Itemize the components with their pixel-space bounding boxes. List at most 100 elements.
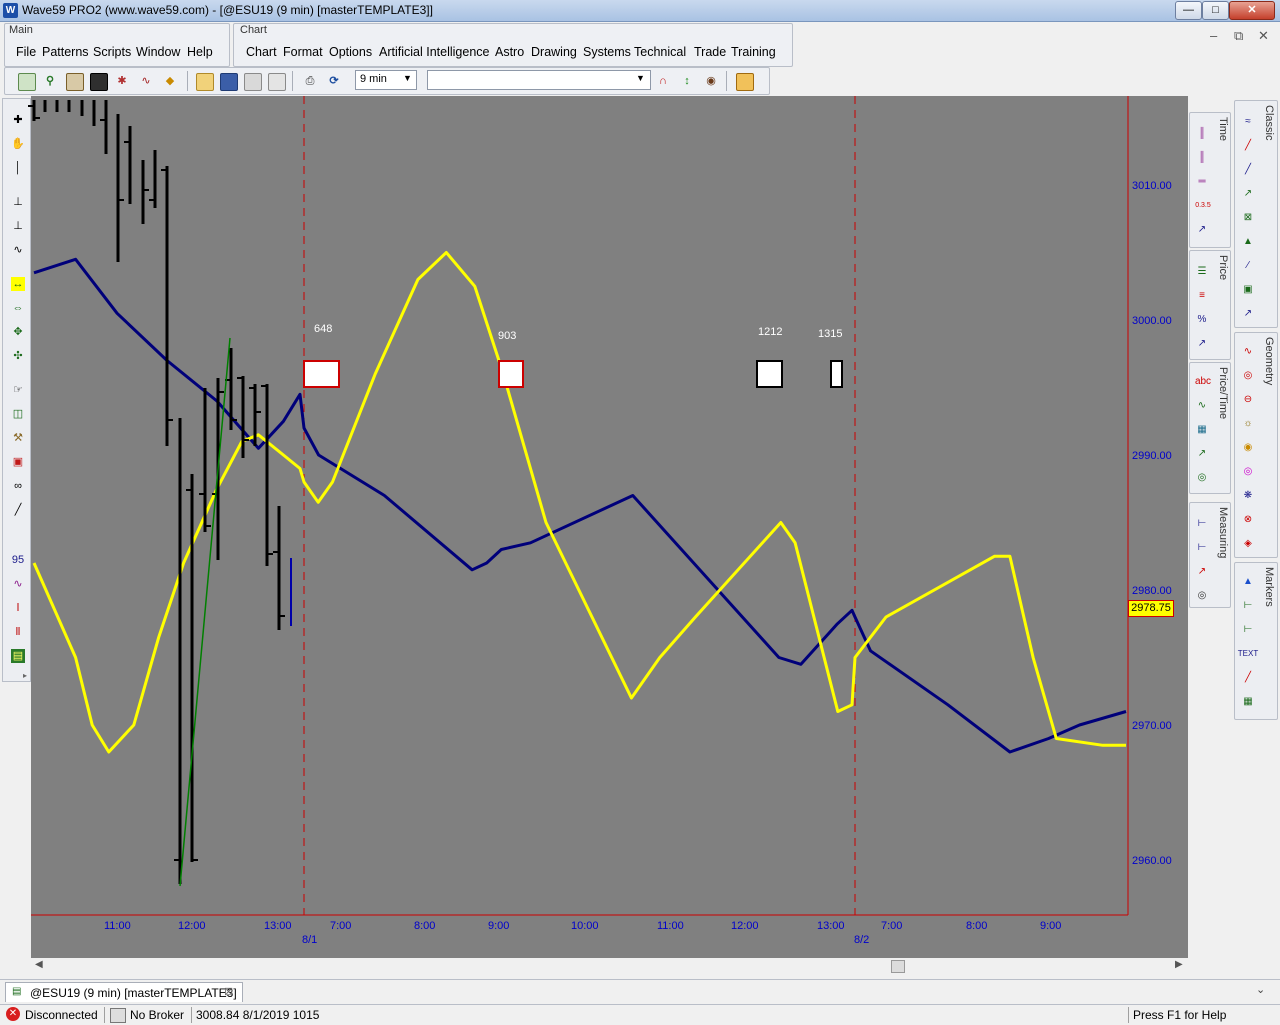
price-tick-2970: 2970.00 [1132, 720, 1172, 732]
time-tick: 11:00 [104, 920, 131, 932]
time-ratio-icon[interactable]: 0.3.5 [1193, 199, 1213, 213]
scroll-left-icon[interactable]: ◀ [35, 959, 43, 970]
time-tools-panel: Time ║ ║ ═ 0.3.5 ↗ [1189, 112, 1231, 248]
scroll-right-icon[interactable]: ▶ [1175, 959, 1183, 970]
marker-high-icon[interactable]: ⊢ [1241, 623, 1255, 637]
circle-icon[interactable]: ◎ [1241, 369, 1255, 383]
date-label-8-2: 8/2 [854, 934, 870, 946]
date-label-8-1: 8/1 [302, 934, 318, 946]
price-tick-2990: 2990.00 [1132, 450, 1172, 462]
price-time-panel-caption: Price/Time [1217, 367, 1229, 420]
price-tick-3000: 3000.00 [1132, 315, 1172, 327]
measure-abc-icon[interactable]: ↗ [1195, 565, 1209, 579]
document-tab[interactable]: ▤ @ESU19 (9 min) [masterTEMPLATE3] ⊠ [5, 982, 243, 1002]
markers-tools-panel: Markers ▲ ⊢ ⊢ TEXT ╱ ▦ [1234, 562, 1278, 720]
time-tick: 11:00 [657, 920, 684, 932]
price-levels-icon[interactable]: ☰ [1195, 265, 1209, 279]
geometry-tools-panel: Geometry ∿ ◎ ⊖ ☼ ◉ ◎ ❋ ⊗ ◈ [1234, 332, 1278, 558]
square-of-nine-icon[interactable]: ∿ [1195, 399, 1209, 413]
parallel-lines-icon[interactable]: ∕ [1241, 259, 1255, 273]
marker-box-1315 [830, 360, 843, 388]
status-separator [1128, 1007, 1129, 1023]
line-marker-icon[interactable]: ╱ [1241, 671, 1255, 685]
time-panel-caption: Time [1217, 117, 1229, 142]
marker-box-903 [498, 360, 524, 388]
help-hint: Press F1 for Help [1133, 1008, 1227, 1022]
time-cycles-icon[interactable]: ║ [1195, 127, 1209, 141]
current-price-label: 2978.75 [1128, 600, 1174, 617]
time-tick: 7:00 [330, 920, 352, 932]
marker-box-648 [303, 360, 340, 388]
vortex-icon[interactable]: ◎ [1241, 465, 1255, 479]
spiral-icon[interactable]: ◎ [1195, 471, 1209, 485]
broker-status: No Broker [130, 1008, 185, 1022]
ellipse-icon[interactable]: ⊖ [1241, 393, 1255, 407]
tab-list-chevron-icon[interactable]: ⌄ [1256, 983, 1265, 996]
text-tool-icon[interactable]: TEXT [1237, 647, 1259, 661]
disconnected-icon: ✕ [6, 1007, 20, 1021]
price-retrace-icon[interactable]: ≡ [1195, 289, 1209, 303]
broker-icon [110, 1008, 126, 1023]
measure-bars-icon[interactable]: ⊢ [1195, 517, 1209, 531]
fan-icon[interactable]: ↗ [1195, 447, 1209, 461]
chart-svg [28, 96, 1129, 916]
triangle-icon[interactable]: ▲ [1241, 235, 1255, 249]
series-blue-line [33, 257, 1127, 754]
time-tick: 8:00 [414, 920, 436, 932]
scrollbar-thumb[interactable] [891, 960, 905, 973]
speed-lines-icon[interactable]: ↗ [1241, 307, 1255, 321]
classic-panel-caption: Classic [1263, 105, 1275, 141]
time-tick: 10:00 [571, 920, 599, 932]
channel-icon[interactable]: ╱ [1241, 163, 1255, 177]
classic-tools-panel: Classic ≈ ╱ ╱ ↗ ⊠ ▲ ∕ ▣ ↗ [1234, 100, 1278, 328]
target-icon[interactable]: ◎ [1195, 589, 1209, 603]
cursor-readout: 3008.84 8/1/2019 1015 [196, 1008, 320, 1022]
geometry-panel-caption: Geometry [1263, 337, 1275, 386]
series-yellow-line [32, 251, 1126, 754]
price-tick-2960: 2960.00 [1132, 855, 1172, 867]
time-tick: 13:00 [817, 920, 845, 932]
connection-status: Disconnected [25, 1008, 98, 1022]
status-separator [191, 1007, 192, 1023]
price-tick-3010: 3010.00 [1132, 180, 1172, 192]
time-spans-icon[interactable]: ║ [1195, 151, 1209, 165]
marker-label-1315: 1315 [818, 328, 843, 340]
measuring-tools-panel: Measuring ⊢ ⊢ ↗ ◎ [1189, 502, 1231, 608]
diamond-icon[interactable]: ◈ [1241, 537, 1255, 551]
trendline-icon[interactable]: ╱ [1241, 139, 1255, 153]
grid-icon[interactable]: ▦ [1195, 423, 1209, 437]
price-tools-panel: Price ☰ ≡ % ↗ [1189, 250, 1231, 360]
arrow-up-marker-icon[interactable]: ▲ [1241, 575, 1255, 589]
markers-panel-caption: Markers [1263, 567, 1275, 607]
abc-tool-icon[interactable]: abc [1193, 375, 1213, 389]
status-separator [104, 1007, 105, 1023]
marker-low-icon[interactable]: ⊢ [1241, 599, 1255, 613]
cancel-circle-icon[interactable]: ⊗ [1241, 513, 1255, 527]
percent-tool-icon[interactable]: % [1195, 313, 1209, 327]
arc-icon[interactable]: ∿ [1241, 345, 1255, 359]
time-tick: 8:00 [966, 920, 988, 932]
time-tick: 9:00 [488, 920, 510, 932]
sun-icon[interactable]: ☼ [1241, 417, 1255, 431]
andrews-pitchfork-icon[interactable]: ≈ [1241, 115, 1255, 129]
time-tick: 7:00 [881, 920, 903, 932]
status-bar: ✕ Disconnected No Broker 3008.84 8/1/201… [0, 1004, 1280, 1025]
box-marker-icon[interactable]: ▦ [1241, 695, 1255, 709]
document-tab-bar: ▤ @ESU19 (9 min) [masterTEMPLATE3] ⊠ ⌄ [0, 979, 1280, 1004]
wheel-icon[interactable]: ❋ [1241, 489, 1255, 503]
marker-label-1212: 1212 [758, 326, 783, 338]
ohlc-bars [28, 100, 292, 884]
time-fib-icon[interactable]: ═ [1195, 175, 1209, 189]
square-icon[interactable]: ▣ [1241, 283, 1255, 297]
tab-close-icon[interactable]: ⊠ [224, 985, 233, 998]
time-projection-icon[interactable]: ↗ [1195, 223, 1209, 237]
fish-icon[interactable]: ◉ [1241, 441, 1255, 455]
marker-label-903: 903 [498, 330, 517, 342]
price-projection-icon[interactable]: ↗ [1195, 337, 1209, 351]
chart-horizontal-scrollbar[interactable]: ◀ ▶ [31, 958, 1188, 974]
measure-123-icon[interactable]: ⊢ [1195, 541, 1209, 555]
price-tick-2980: 2980.00 [1132, 585, 1172, 597]
gann-fan-icon[interactable]: ↗ [1241, 187, 1255, 201]
gann-box-icon[interactable]: ⊠ [1241, 211, 1255, 225]
price-time-tools-panel: Price/Time abc ∿ ▦ ↗ ◎ [1189, 362, 1231, 494]
